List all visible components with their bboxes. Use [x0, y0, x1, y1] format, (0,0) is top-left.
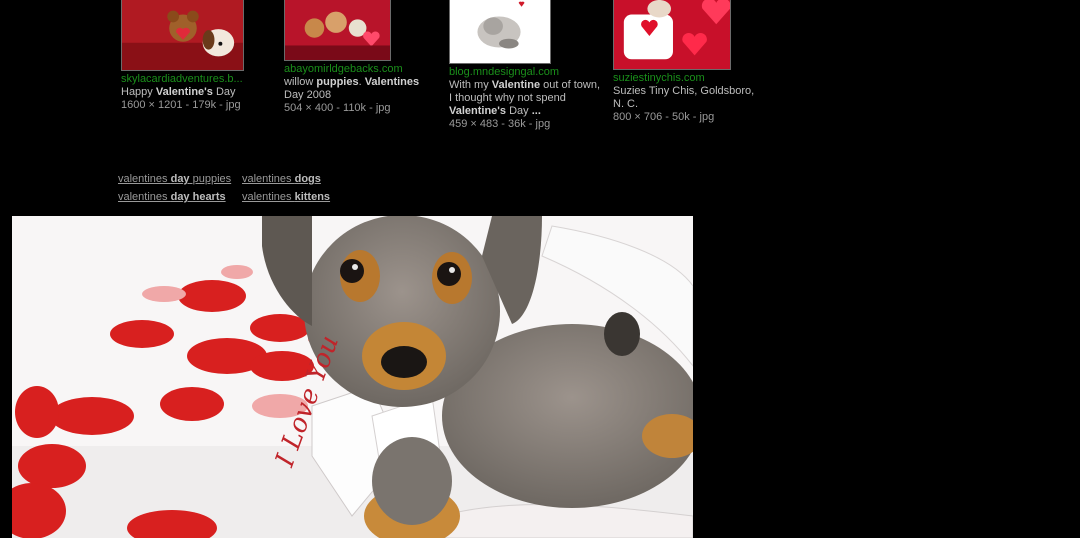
thumbnail-image-bulldog-puppy [450, 0, 550, 63]
result-caption: With my Valentine out of town, I thought… [449, 79, 601, 117]
result-thumbnail-2[interactable] [284, 0, 391, 61]
thumbnail-image-chihuahua-cup [614, 0, 730, 69]
result-thumbnail-1[interactable] [121, 0, 244, 71]
result-meta: 504 × 400 - 110k - jpg [284, 102, 391, 114]
thumbnail-image-teddy-puppy [122, 0, 243, 70]
thumbnail-image-puppies-bears [285, 0, 390, 60]
related-searches: valentines day puppies valentines dogs va… [118, 170, 366, 206]
result-meta: 459 × 483 - 36k - jpg [449, 118, 551, 130]
related-search-link[interactable]: valentines kittens [242, 188, 366, 206]
result-domain[interactable]: suziestinychis.com [613, 72, 767, 85]
result-thumbnail-4[interactable] [613, 0, 731, 70]
image-preview[interactable]: I Love You [12, 216, 693, 538]
image-result-2[interactable]: abayomirldgebacks.com willow puppies. Va… [284, 0, 440, 115]
result-domain[interactable]: blog.mndesigngal.com [449, 66, 605, 79]
result-meta: 800 × 706 - 50k - jpg [613, 111, 715, 123]
result-caption: Happy Valentine's Day [121, 86, 236, 98]
result-meta: 1600 × 1201 - 179k - jpg [121, 99, 241, 111]
related-search-link[interactable]: valentines day puppies [118, 170, 242, 188]
related-search-link[interactable]: valentines dogs [242, 170, 366, 188]
result-thumbnail-3[interactable] [449, 0, 551, 64]
image-result-3[interactable]: blog.mndesigngal.com With my Valentine o… [449, 0, 605, 131]
result-caption: Suzies Tiny Chis, Goldsboro, N. C. [613, 85, 755, 110]
result-domain[interactable]: abayomirldgebacks.com [284, 63, 440, 76]
result-domain[interactable]: skylacardiadventures.b... [121, 73, 281, 86]
puppy-valentine-photo: I Love You [12, 216, 693, 538]
image-result-4[interactable]: suziestinychis.com Suzies Tiny Chis, Gol… [613, 0, 767, 124]
image-result-1[interactable]: skylacardiadventures.b... Happy Valentin… [121, 0, 281, 112]
related-search-link[interactable]: valentines day hearts [118, 188, 242, 206]
result-caption: willow puppies. Valentines Day 2008 [284, 76, 420, 101]
